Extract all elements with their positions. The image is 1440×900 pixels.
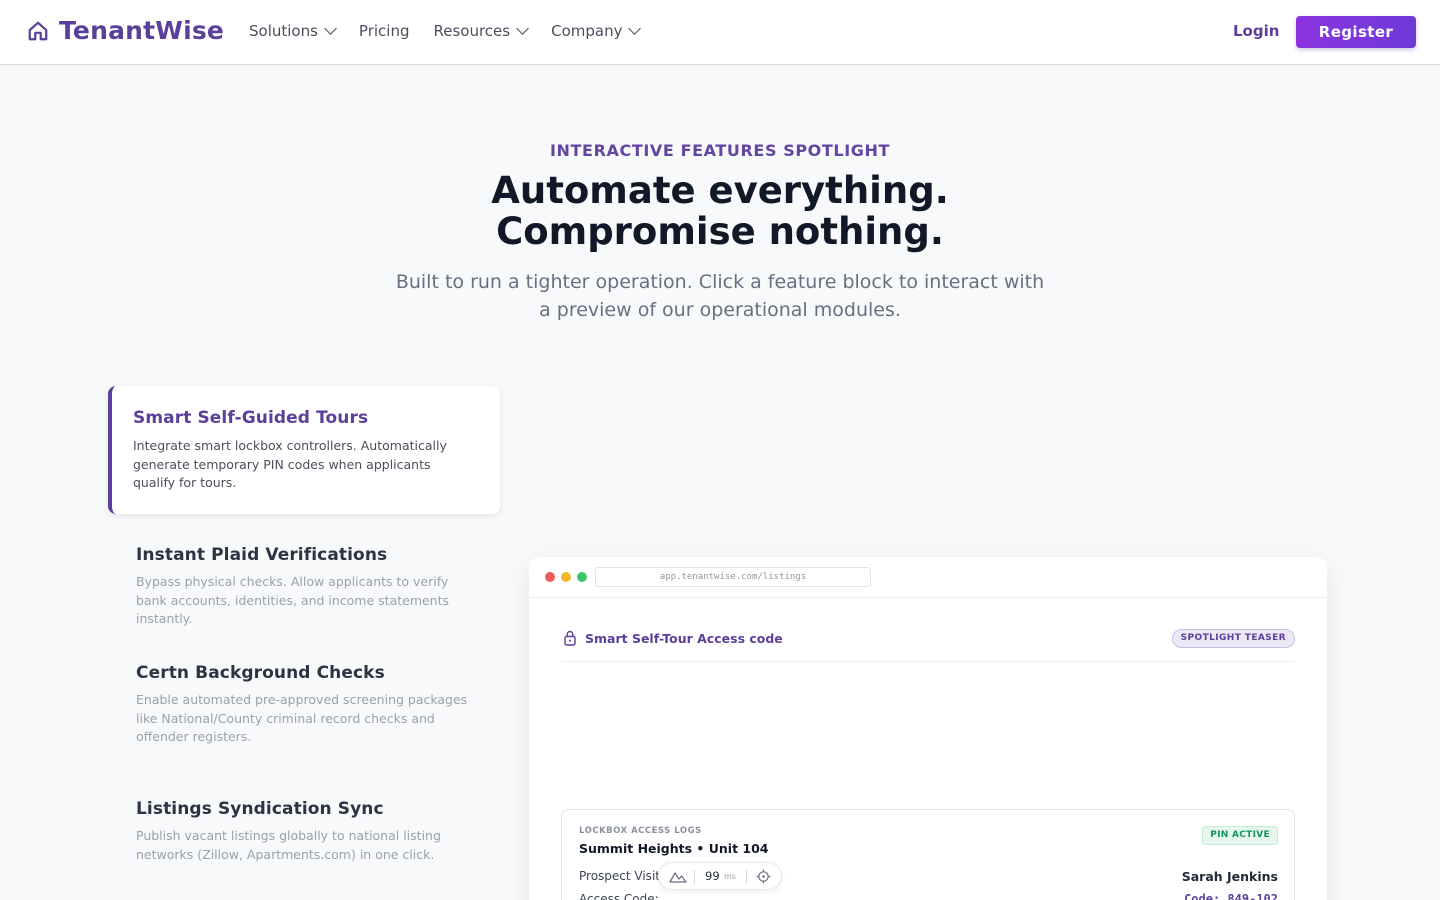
chevron-down-icon [516,22,529,35]
feature-title: Listings Syndication Sync [136,799,384,819]
feature-title: Instant Plaid Verifications [136,545,388,565]
feature-title: Certn Background Checks [136,663,385,683]
latency-widget[interactable]: 99 ms [658,862,782,890]
window-titlebar: app.tenantwise.com/listings [529,557,1327,598]
feature-certn-background-checks[interactable]: Certn Background Checks Enable automated… [108,663,500,747]
main-menu: Solutions Pricing Resources Company [249,22,642,40]
pin-active-badge: PIN ACTIVE [1202,826,1278,845]
prospect-name: Sarah Jenkins [1181,869,1278,884]
feature-listings-syndication-sync[interactable]: Listings Syndication Sync Publish vacant… [108,799,500,864]
top-navigation: TenantWise Solutions Pricing Resources C… [0,0,1440,65]
window-maximize-dot [577,572,587,582]
access-code-label: Access Code: [579,892,659,900]
menu-item-label: Company [551,22,623,40]
feature-description: Publish vacant listings globally to nati… [136,828,441,862]
latency-unit: ms [724,872,736,881]
spotlight-teaser-badge: SPOTLIGHT TEASER [1171,629,1295,648]
menu-item-label: Solutions [249,22,318,40]
widget-divider [746,870,747,884]
feature-title: Smart Self-Guided Tours [133,408,369,428]
card-title: Summit Heights • Unit 104 [579,841,769,856]
feature-smart-self-guided-tours[interactable]: Smart Self-Guided Tours Integrate smart … [108,386,500,514]
prospect-visit-label: Prospect Visit [579,869,660,883]
access-code-value: Code: 849-102 [1184,892,1278,900]
crosshair-icon[interactable] [756,869,771,884]
widget-divider [694,870,695,884]
window-minimize-dot [561,572,571,582]
lock-icon [564,630,576,646]
address-bar: app.tenantwise.com/listings [595,567,871,587]
preview-window: app.tenantwise.com/listings Smart Self-T… [529,557,1327,900]
panel-title: Smart Self-Tour Access code [585,631,783,646]
register-button[interactable]: Register [1296,16,1416,48]
menu-item-pricing[interactable]: Pricing [359,22,410,40]
feature-description: Bypass physical checks. Allow applicants… [136,574,450,626]
menu-item-company[interactable]: Company [551,22,642,40]
feature-description: Integrate smart lockbox controllers. Aut… [133,438,447,490]
latency-value: 99 [705,869,720,883]
brand-logo[interactable]: TenantWise [27,16,224,45]
mountains-icon [669,872,687,883]
hero-subtitle: Built to run a tighter operation. Click … [395,271,1045,321]
menu-item-resources[interactable]: Resources [433,22,529,40]
feature-instant-plaid-verifications[interactable]: Instant Plaid Verifications Bypass physi… [108,545,500,629]
panel-header: Smart Self-Tour Access code SPOTLIGHT TE… [561,629,1295,662]
chevron-down-icon [324,22,337,35]
brand-name: TenantWise [59,16,225,45]
menu-item-label: Pricing [358,22,410,40]
login-link[interactable]: Login [1233,22,1279,40]
chevron-down-icon [628,22,642,35]
menu-item-label: Resources [433,22,511,40]
card-caption: LOCKBOX ACCESS LOGS [579,826,702,836]
hero-eyebrow: INTERACTIVE FEATURES SPOTLIGHT [550,141,890,160]
home-icon [28,21,48,40]
menu-item-solutions[interactable]: Solutions [249,22,337,40]
window-close-dot [545,572,555,582]
feature-description: Enable automated pre-approved screening … [136,692,468,744]
hero-headline: Automate everything. Compromise nothing. [491,169,949,253]
